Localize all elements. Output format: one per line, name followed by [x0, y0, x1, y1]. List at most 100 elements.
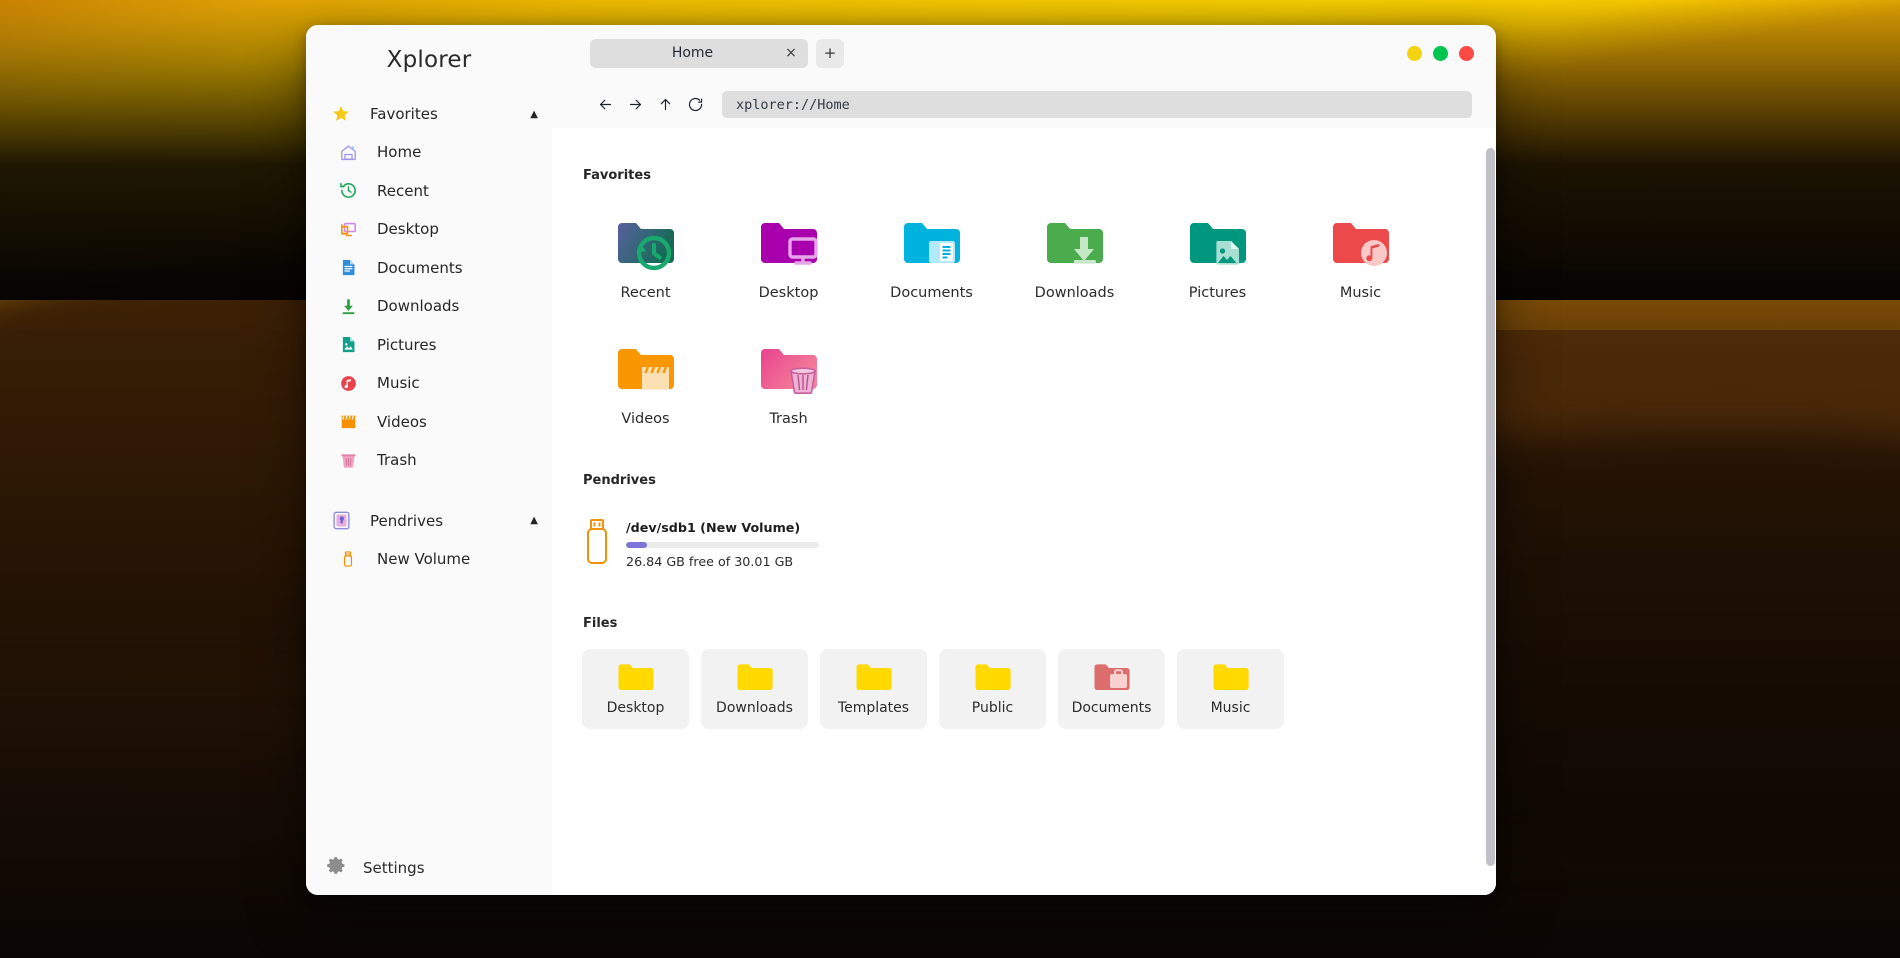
section-title-pendrives: Pendrives: [583, 473, 656, 488]
sidebar-item-home[interactable]: Home: [306, 133, 552, 172]
trash-bin-icon: [336, 448, 360, 472]
file-music[interactable]: Music: [1177, 649, 1284, 729]
sidebar-item-downloads-label: Downloads: [377, 297, 460, 316]
desktop-wallpaper: Xplorer Favorites ▲ Home Recent Desktop …: [0, 0, 1900, 958]
sidebar: Xplorer Favorites ▲ Home Recent Desktop …: [306, 25, 552, 895]
favorite-downloads[interactable]: Downloads: [1003, 201, 1146, 307]
folder-yellow-icon: [1212, 662, 1250, 696]
content-pane: Home × + xplorer://Home Favorites Recent…: [552, 25, 1496, 895]
folder-music-icon: [1329, 215, 1393, 277]
file-documents-label: Documents: [1071, 700, 1152, 716]
new-tab-button[interactable]: +: [816, 38, 844, 68]
sidebar-item-music-label: Music: [377, 374, 420, 393]
favorite-recent[interactable]: Recent: [574, 201, 717, 307]
sidebar-item-pictures[interactable]: Pictures: [306, 326, 552, 365]
sidebar-divider: [306, 480, 552, 502]
file-music-label: Music: [1210, 700, 1251, 716]
sidebar-item-trash[interactable]: Trash: [306, 441, 552, 480]
favorite-music-label: Music: [1339, 285, 1382, 301]
clapperboard-icon: [336, 410, 360, 434]
favorite-pictures[interactable]: Pictures: [1146, 201, 1289, 307]
sidebar-group-pendrives-label: Pendrives: [370, 511, 444, 530]
tab-home-label: Home: [671, 45, 714, 61]
favorite-documents[interactable]: Documents: [860, 201, 1003, 307]
sidebar-item-new-volume[interactable]: New Volume: [306, 540, 552, 579]
favorite-desktop-label: Desktop: [758, 285, 819, 301]
folder-documents-icon: [900, 215, 964, 277]
back-button[interactable]: [590, 92, 620, 118]
favorite-music[interactable]: Music: [1289, 201, 1432, 307]
pendrive-info: /dev/sdb1 (New Volume) 26.84 GB free of …: [626, 520, 824, 569]
window-controls: [1407, 45, 1496, 61]
monitor-icon: [336, 217, 360, 241]
sidebar-group-favorites[interactable]: Favorites ▲: [306, 95, 552, 133]
sidebar-item-new-volume-label: New Volume: [377, 549, 471, 568]
sidebar-item-documents-label: Documents: [377, 258, 463, 277]
history-clock-icon: [336, 179, 360, 203]
up-button[interactable]: [650, 92, 680, 118]
file-desktop[interactable]: Desktop: [582, 649, 689, 729]
pendrive-dev-sdb1[interactable]: /dev/sdb1 (New Volume) 26.84 GB free of …: [574, 510, 834, 578]
file-downloads-label: Downloads: [716, 700, 793, 716]
section-title-files: Files: [583, 616, 618, 631]
sidebar-item-settings-label: Settings: [363, 858, 425, 877]
gear-icon: [326, 855, 347, 880]
file-downloads[interactable]: Downloads: [701, 649, 808, 729]
sidebar-item-home-label: Home: [377, 143, 422, 162]
sidebar-nav: Favorites ▲ Home Recent Desktop Document…: [306, 93, 552, 839]
image-file-icon: [336, 333, 360, 357]
folder-red-briefcase-icon: [1093, 662, 1131, 696]
folder-desktop-icon: [757, 215, 821, 277]
folder-trash-icon: [757, 341, 821, 403]
window-maximize-button[interactable]: [1433, 45, 1448, 61]
music-note-icon: [336, 371, 360, 395]
sidebar-group-favorites-label: Favorites: [370, 105, 438, 123]
sidebar-item-videos[interactable]: Videos: [306, 403, 552, 442]
window-close-button[interactable]: [1459, 45, 1474, 61]
favorite-trash-label: Trash: [769, 411, 808, 427]
forward-button[interactable]: [620, 92, 650, 118]
file-templates[interactable]: Templates: [820, 649, 927, 729]
favorite-downloads-label: Downloads: [1034, 285, 1115, 301]
chevron-up-icon[interactable]: ▲: [530, 109, 538, 120]
home-icon: [336, 140, 360, 164]
sidebar-item-recent-label: Recent: [377, 181, 429, 200]
document-icon: [336, 256, 360, 280]
file-browser-scroll: Favorites Recent Desktop Documents Downl…: [552, 128, 1496, 895]
file-documents[interactable]: Documents: [1058, 649, 1165, 729]
sidebar-group-pendrives[interactable]: Pendrives ▲: [306, 502, 552, 540]
sidebar-item-downloads[interactable]: Downloads: [306, 287, 552, 326]
files-grid: Desktop Downloads Templates Public Docum…: [552, 649, 1496, 729]
tab-home[interactable]: Home ×: [590, 38, 808, 68]
sidebar-item-trash-label: Trash: [377, 451, 417, 470]
file-public[interactable]: Public: [939, 649, 1046, 729]
pendrive-name: /dev/sdb1 (New Volume): [626, 519, 801, 535]
file-templates-label: Templates: [837, 700, 910, 716]
sidebar-item-recent[interactable]: Recent: [306, 172, 552, 211]
vertical-scrollbar[interactable]: [1485, 148, 1496, 892]
sidebar-item-documents[interactable]: Documents: [306, 249, 552, 288]
sidebar-item-desktop[interactable]: Desktop: [306, 210, 552, 249]
favorite-pictures-label: Pictures: [1188, 285, 1247, 301]
download-arrow-icon: [336, 294, 360, 318]
scrollbar-thumb[interactable]: [1486, 148, 1495, 866]
favorite-videos-label: Videos: [621, 411, 670, 427]
reload-button[interactable]: [680, 92, 710, 118]
pendrive-free-text: 26.84 GB free of 30.01 GB: [626, 553, 794, 569]
usb-stick-icon: [584, 518, 610, 570]
window-minimize-button[interactable]: [1407, 45, 1422, 61]
file-browser-area: Favorites Recent Desktop Documents Downl…: [552, 128, 1496, 895]
file-public-label: Public: [971, 700, 1014, 716]
address-input[interactable]: xplorer://Home: [722, 91, 1472, 118]
chevron-up-icon-pendrives[interactable]: ▲: [530, 515, 538, 526]
tab-close-icon[interactable]: ×: [783, 46, 799, 60]
pendrive-usage-bar: [626, 541, 819, 548]
favorite-desktop[interactable]: Desktop: [717, 201, 860, 307]
star-icon: [328, 101, 354, 127]
favorite-videos[interactable]: Videos: [574, 327, 717, 433]
sidebar-item-music[interactable]: Music: [306, 364, 552, 403]
sidebar-item-settings[interactable]: Settings: [306, 839, 552, 895]
pendrives-list: /dev/sdb1 (New Volume) 26.84 GB free of …: [552, 510, 1496, 578]
pendrive-group-icon: [328, 508, 354, 534]
favorite-trash[interactable]: Trash: [717, 327, 860, 433]
